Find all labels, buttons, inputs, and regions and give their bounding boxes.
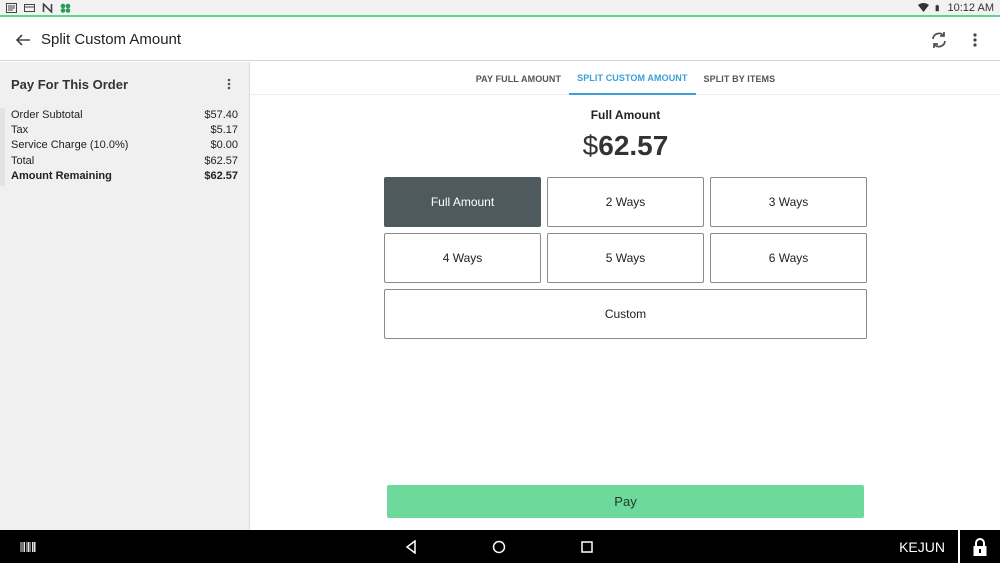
split-3-ways-button[interactable]: 3 Ways (710, 177, 867, 227)
summary-row-total: Total $62.57 (11, 154, 238, 169)
clover-icon (60, 3, 71, 13)
payment-tabs: PAY FULL AMOUNT SPLIT CUSTOM AMOUNT SPLI… (251, 62, 1000, 95)
lock-icon (973, 537, 987, 556)
barcode-button[interactable] (20, 540, 40, 554)
summary-accent-bar (0, 108, 5, 186)
nav-back-button[interactable] (400, 536, 422, 558)
home-circle-icon (492, 540, 506, 553)
split-6-ways-button[interactable]: 6 Ways (710, 233, 867, 283)
order-summary-panel: Pay For This Order Order Subtotal $57.40… (0, 62, 250, 530)
tab-split-by-items[interactable]: SPLIT BY ITEMS (696, 62, 784, 95)
amount-value: 62.57 (598, 130, 669, 161)
currency-symbol: $ (582, 130, 599, 161)
page-title: Split Custom Amount (41, 31, 182, 48)
tab-pay-full-amount[interactable]: PAY FULL AMOUNT (468, 62, 569, 95)
nav-recents-button[interactable] (576, 536, 598, 558)
refresh-icon (932, 31, 946, 48)
summary-value: $62.57 (204, 169, 238, 182)
order-totals: Order Subtotal $57.40 Tax $5.17 Service … (0, 106, 249, 186)
split-full-amount-button[interactable]: Full Amount (384, 177, 541, 227)
app-icon (6, 2, 17, 13)
tab-split-custom-amount[interactable]: SPLIT CUSTOM AMOUNT (569, 62, 696, 95)
more-vert-icon (973, 32, 977, 47)
nav-home-button[interactable] (488, 536, 510, 558)
split-2-ways-button[interactable]: 2 Ways (547, 177, 704, 227)
summary-label: Total (11, 154, 35, 167)
amount-label: Full Amount (590, 108, 661, 122)
more-vert-icon (227, 78, 231, 90)
barcode-icon (20, 541, 36, 552)
summary-value: $0.00 (210, 139, 238, 152)
battery-icon (935, 4, 939, 11)
summary-label: Order Subtotal (11, 109, 83, 121)
payment-main: PAY FULL AMOUNT SPLIT CUSTOM AMOUNT SPLI… (251, 62, 1000, 530)
recents-square-icon (581, 540, 593, 553)
employee-name[interactable]: KEJUN (899, 539, 958, 555)
split-4-ways-button[interactable]: 4 Ways (384, 233, 541, 283)
amount-display: $62.57 (251, 130, 1000, 162)
summary-row-subtotal: Order Subtotal $57.40 (11, 108, 238, 123)
back-triangle-icon (405, 539, 416, 554)
summary-row-amount-remaining: Amount Remaining $62.57 (11, 169, 238, 184)
summary-value: $5.17 (210, 124, 238, 137)
card-icon (24, 3, 35, 12)
summary-label: Tax (11, 124, 29, 137)
summary-value: $57.40 (204, 109, 238, 121)
wifi-icon (917, 2, 929, 12)
pay-button[interactable]: Pay (387, 485, 864, 518)
order-summary-menu-button[interactable] (220, 75, 238, 93)
back-arrow-icon (15, 33, 30, 46)
summary-row-service-charge: Service Charge (10.0%) $0.00 (11, 138, 238, 153)
order-summary-heading: Pay For This Order (11, 76, 129, 92)
app-bar: Split Custom Amount (0, 19, 1000, 61)
summary-value: $62.57 (204, 154, 238, 167)
summary-label: Amount Remaining (11, 169, 112, 182)
summary-label: Service Charge (10.0%) (11, 139, 129, 152)
split-custom-button[interactable]: Custom (384, 289, 867, 339)
status-time: 10:12 AM (947, 1, 994, 14)
refresh-button[interactable] (928, 29, 950, 51)
back-button[interactable] (11, 28, 35, 52)
system-nav-bar: KEJUN (0, 530, 1000, 563)
split-options-grid: Full Amount 2 Ways 3 Ways 4 Ways 5 Ways … (384, 177, 867, 345)
overflow-menu-button[interactable] (964, 29, 986, 51)
split-5-ways-button[interactable]: 5 Ways (547, 233, 704, 283)
status-bar: 10:12 AM (0, 0, 1000, 17)
summary-row-tax: Tax $5.17 (11, 123, 238, 138)
n-icon (42, 2, 53, 13)
lock-button[interactable] (958, 530, 1000, 563)
